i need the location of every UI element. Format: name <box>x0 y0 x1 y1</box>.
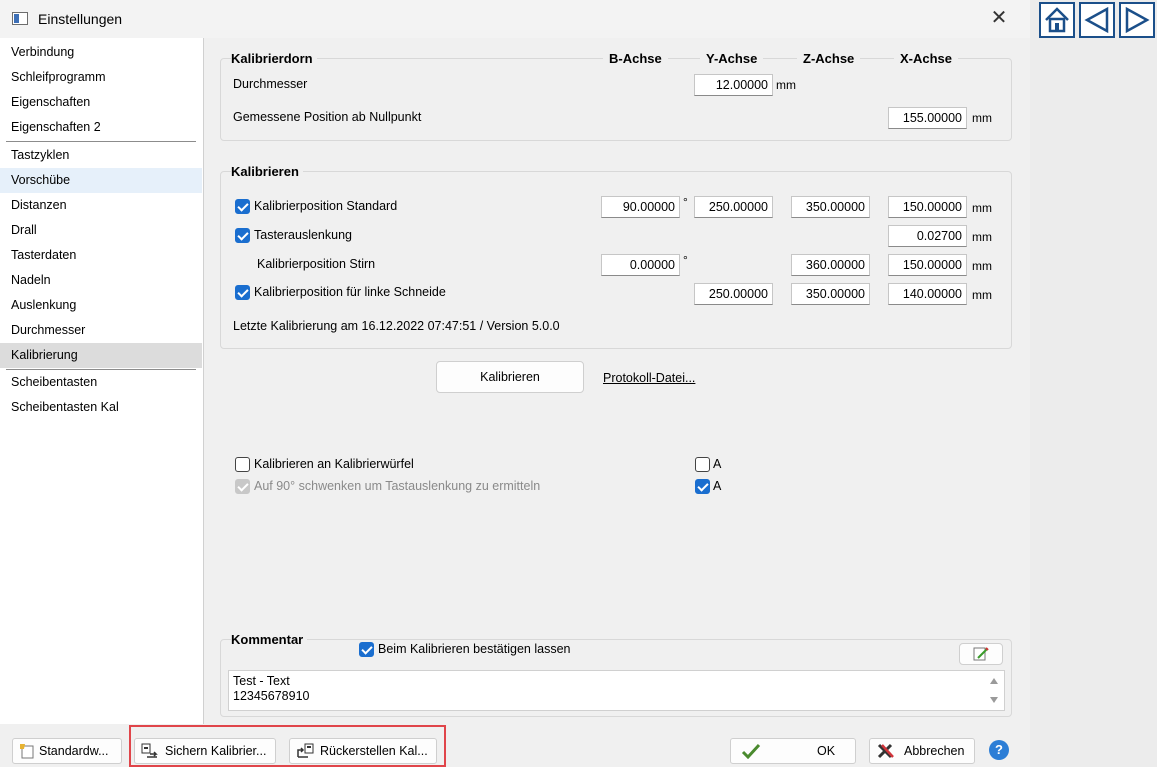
sidebar-item-drall[interactable]: Drall <box>0 218 202 243</box>
back-button[interactable] <box>1079 2 1115 38</box>
ok-label: OK <box>817 744 836 758</box>
scroll-down-arrow[interactable] <box>990 697 998 703</box>
kalibrierwuerfel-label: Kalibrieren an Kalibrierwürfel <box>254 457 414 471</box>
kalibrierposition-stirn-label: Kalibrierposition Stirn <box>257 257 376 271</box>
linke-schneide-label: Kalibrierposition für linke Schneide <box>254 285 446 299</box>
stirn-b-unit: ° <box>683 253 688 267</box>
sidebar-item-tastzyklen[interactable]: Tastzyklen <box>0 143 202 168</box>
highlight-box <box>129 725 446 767</box>
kalibrierposition-standard-label: Kalibrierposition Standard <box>254 199 398 213</box>
sidebar-item-eigenschaften[interactable]: Eigenschaften <box>0 90 202 115</box>
kalibrierposition-standard-checkbox[interactable] <box>235 199 250 214</box>
sidebar-item-durchmesser[interactable]: Durchmesser <box>0 318 202 343</box>
linke-schneide-y-field[interactable]: 250.00000 <box>694 283 773 305</box>
forward-button[interactable] <box>1119 2 1155 38</box>
linke-schneide-x-unit: mm <box>972 288 992 302</box>
arrow-left-icon <box>1084 6 1109 34</box>
sidebar-item-auslenkung[interactable]: Auslenkung <box>0 293 202 318</box>
durchmesser-label: Durchmesser <box>233 77 308 91</box>
kalibrieren-button[interactable]: Kalibrieren <box>436 361 584 393</box>
durchmesser-field[interactable]: 12.00000 <box>694 74 773 96</box>
kalibrierdorn-title: Kalibrierdorn <box>231 51 317 66</box>
sidebar-item-kalibrierung[interactable]: Kalibrierung <box>0 343 202 368</box>
confirm-checkbox[interactable] <box>359 642 374 657</box>
help-icon[interactable]: ? <box>989 740 1009 760</box>
standard-x-unit: mm <box>972 201 992 215</box>
comment-textarea[interactable]: Test - Text 12345678910 <box>228 670 1005 711</box>
schwenken-label: Auf 90° schwenken um Tastauslenkung zu e… <box>254 479 541 493</box>
axis-header-z: Z-Achse <box>797 51 861 66</box>
home-button[interactable] <box>1039 2 1075 38</box>
sidebar-item-distanzen[interactable]: Distanzen <box>0 193 202 218</box>
arrow-right-icon <box>1125 6 1150 34</box>
stirn-x-unit: mm <box>972 259 992 273</box>
schwenken-checkbox <box>235 479 250 494</box>
edit-note-icon <box>973 647 989 661</box>
position-field[interactable]: 155.00000 <box>888 107 967 129</box>
sidebar-separator <box>6 141 196 142</box>
sidebar-item-eigenschaften-2[interactable]: Eigenschaften 2 <box>0 115 202 140</box>
ok-button[interactable]: OK <box>730 738 856 764</box>
axis-header-x: X-Achse <box>894 51 959 66</box>
scroll-up-arrow[interactable] <box>990 678 998 684</box>
new-document-icon <box>20 744 34 759</box>
schwenken-axis-a-label: A <box>713 479 722 493</box>
checkmark-icon <box>741 743 761 759</box>
cancel-x-icon <box>877 743 894 759</box>
position-label: Gemessene Position ab Nullpunkt <box>233 110 422 124</box>
position-unit: mm <box>972 111 992 125</box>
standard-z-field[interactable]: 350.00000 <box>791 196 870 218</box>
standardwerte-label: Standardw... <box>39 744 109 758</box>
sidebar-item-vorschuebe[interactable]: Vorschübe <box>0 168 202 193</box>
kalibrierwuerfel-checkbox[interactable] <box>235 457 250 472</box>
axis-header-b: B-Achse <box>603 51 668 66</box>
standardwerte-button[interactable]: Standardw... <box>12 738 122 764</box>
sidebar-item-schleifprogramm[interactable]: Schleifprogramm <box>0 65 202 90</box>
durchmesser-unit: mm <box>776 78 796 92</box>
main-panel: Kalibrierdorn B-Achse Y-Achse Z-Achse X-… <box>205 38 1030 724</box>
title-bar: Einstellungen ✕ <box>0 0 1030 38</box>
tasterauslenkung-x-field[interactable]: 0.02700 <box>888 225 967 247</box>
linke-schneide-z-field[interactable]: 350.00000 <box>791 283 870 305</box>
window-title: Einstellungen <box>38 11 123 27</box>
sidebar-item-scheibentasten[interactable]: Scheibentasten <box>0 370 202 395</box>
standard-b-unit: ° <box>683 195 688 209</box>
comment-line-2: 12345678910 <box>233 689 310 703</box>
tasterauslenkung-label: Tasterauslenkung <box>254 228 352 242</box>
kommentar-title: Kommentar <box>231 632 308 647</box>
tasterauslenkung-x-unit: mm <box>972 230 992 244</box>
axis-header-y: Y-Achse <box>700 51 764 66</box>
stirn-z-field[interactable]: 360.00000 <box>791 254 870 276</box>
linke-schneide-x-field[interactable]: 140.00000 <box>888 283 967 305</box>
wuerfel-axis-a-label: A <box>713 457 722 471</box>
sidebar-item-nadeln[interactable]: Nadeln <box>0 268 202 293</box>
settings-window: Einstellungen ✕ Verbindung Schleifprogra… <box>0 0 1030 767</box>
stirn-x-field[interactable]: 150.00000 <box>888 254 967 276</box>
close-button[interactable]: ✕ <box>984 6 1014 32</box>
standard-x-field[interactable]: 150.00000 <box>888 196 967 218</box>
protokoll-datei-link[interactable]: Protokoll-Datei... <box>603 371 695 385</box>
abbrechen-label: Abbrechen <box>904 744 965 758</box>
confirm-label: Beim Kalibrieren bestätigen lassen <box>378 642 571 656</box>
linke-schneide-checkbox[interactable] <box>235 285 250 300</box>
right-nav-panel <box>1030 0 1157 767</box>
tasterauslenkung-checkbox[interactable] <box>235 228 250 243</box>
wuerfel-axis-a-checkbox[interactable] <box>695 457 710 472</box>
edit-comment-button[interactable] <box>959 643 1003 665</box>
last-calibration-text: Letzte Kalibrierung am 16.12.2022 07:47:… <box>233 319 560 333</box>
schwenken-axis-a-checkbox[interactable] <box>695 479 710 494</box>
home-icon <box>1045 7 1069 33</box>
standard-y-field[interactable]: 250.00000 <box>694 196 773 218</box>
sidebar-item-verbindung[interactable]: Verbindung <box>0 40 202 65</box>
abbrechen-button[interactable]: Abbrechen <box>869 738 975 764</box>
window-app-icon <box>12 12 28 25</box>
sidebar-item-tasterdaten[interactable]: Tasterdaten <box>0 243 202 268</box>
sidebar-item-scheibentasten-kal[interactable]: Scheibentasten Kal <box>0 395 202 420</box>
stirn-b-field[interactable]: 0.00000 <box>601 254 680 276</box>
kalibrieren-title: Kalibrieren <box>231 164 303 179</box>
standard-b-field[interactable]: 90.00000 <box>601 196 680 218</box>
settings-sidebar: Verbindung Schleifprogramm Eigenschaften… <box>0 38 204 724</box>
comment-line-1: Test - Text <box>233 674 290 688</box>
